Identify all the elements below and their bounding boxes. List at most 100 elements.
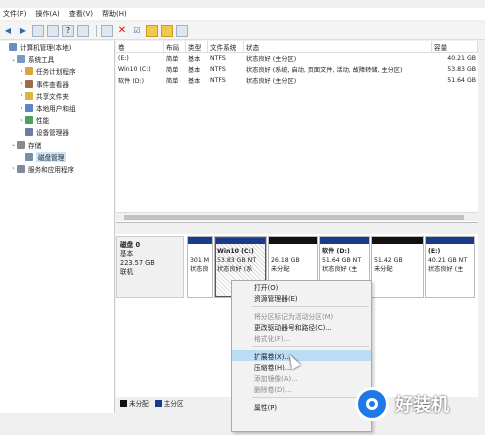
delete-icon[interactable]: ✕ — [116, 25, 128, 37]
partition-type-bar — [188, 237, 212, 244]
partition[interactable]: 51.42 GB 未分配 — [371, 236, 424, 298]
column-header[interactable]: 容量 — [432, 41, 478, 52]
table-row[interactable]: Win10 (C:) 简单 基本 NTFS 状态良好 (系统, 启动, 页面文件, 活动… — [116, 64, 478, 75]
tree-node-icon — [25, 67, 33, 76]
column-header[interactable]: 卷 — [116, 41, 164, 52]
watermark-logo-icon — [355, 387, 389, 421]
tree-item[interactable]: › 服务和应用程序 — [0, 163, 114, 175]
toolbar-separator — [96, 24, 97, 37]
expand-chevron-icon[interactable]: › — [18, 68, 25, 75]
tree-node-icon — [25, 79, 33, 88]
list-view-icon[interactable] — [77, 24, 89, 37]
tree-item[interactable]: › 本地用户和组 — [0, 102, 114, 114]
table-cell: 基本 — [188, 67, 201, 74]
menu-item[interactable]: 查看(V) — [69, 9, 93, 19]
table-cell: 软件 (D:) — [118, 78, 145, 85]
expand-chevron-icon[interactable]: › — [18, 80, 25, 87]
properties-icon[interactable] — [101, 24, 113, 37]
context-menu-item: 删除卷(D)... — [254, 385, 292, 394]
tree-item[interactable]: › 事件查看器 — [0, 78, 114, 90]
partition-info: 301 M 状态良 — [188, 244, 212, 277]
expand-chevron-icon[interactable]: ⌄ — [10, 141, 17, 148]
context-menu-item[interactable]: 扩展卷(X)... — [232, 350, 371, 361]
expand-chevron-icon[interactable]: › — [18, 92, 25, 99]
column-header[interactable]: 类型 — [186, 41, 208, 52]
tree-item[interactable]: ⌄ 存储 — [0, 139, 114, 151]
tree-node-icon — [25, 104, 33, 113]
partition[interactable]: 301 M 状态良 — [187, 236, 213, 298]
expand-chevron-icon[interactable]: › — [10, 165, 17, 172]
watermark: 好装机 — [355, 383, 449, 425]
column-header[interactable]: 状态 — [244, 41, 432, 52]
expand-chevron-icon[interactable]: › — [18, 117, 25, 124]
expand-chevron-icon[interactable]: › — [18, 105, 25, 112]
tree-item[interactable]: 磁盘管理 — [0, 151, 114, 163]
context-menu-item[interactable]: 打开(O) — [232, 281, 371, 292]
help-icon[interactable]: ? — [62, 24, 74, 37]
tree-item[interactable]: 计算机管理(本地) — [0, 41, 114, 53]
folder-icon[interactable] — [32, 24, 44, 37]
column-header[interactable]: 文件系统 — [208, 41, 244, 52]
tree-item-label: 计算机管理(本地) — [20, 44, 72, 53]
tree-item-label: 共享文件夹 — [36, 92, 69, 101]
tree-item[interactable]: › 共享文件夹 — [0, 90, 114, 102]
table-cell: 状态良好 (系统, 启动, 页面文件, 活动, 故障转储, 主分区) — [246, 67, 403, 74]
scrollbar-thumb[interactable] — [124, 215, 464, 220]
disk-status: 联机 — [120, 268, 134, 276]
tree-node-icon — [25, 152, 33, 161]
partition[interactable]: (E:) 40.21 GB NT 状态良好 (主 — [425, 236, 475, 298]
toolbar: ◀ ▶ ? ✕ ☑ — [0, 22, 485, 40]
expand-chevron-icon[interactable]: ⌄ — [10, 56, 17, 63]
table-cell: (E:) — [118, 55, 129, 62]
tree-item-label: 服务和应用程序 — [28, 165, 75, 174]
tree-node-icon — [25, 116, 33, 125]
partition-status: 状态良好 (主 — [428, 266, 464, 273]
partition-info: 26.18 GB 未分配 — [269, 244, 317, 277]
view-icon[interactable] — [176, 24, 188, 37]
legend-primary: 主分区 — [163, 400, 184, 408]
partition-status: 状态良 — [190, 266, 209, 273]
menu-bar: 文件(F) 操作(A) 查看(V) 帮助(H) — [0, 8, 485, 20]
tree-item[interactable]: ⌄ 系统工具 — [0, 53, 114, 65]
list-icon[interactable] — [47, 24, 59, 37]
partition-size: 26.18 GB — [271, 257, 300, 264]
tree-item[interactable]: 设备管理器 — [0, 126, 114, 138]
tree-item[interactable]: › 任务计划程序 — [0, 65, 114, 77]
tree-item-label: 存储 — [28, 141, 42, 150]
partition-type-bar — [372, 237, 423, 244]
tree-item-label: 本地用户和组 — [36, 105, 76, 114]
table-cell: NTFS — [210, 55, 226, 62]
column-header[interactable]: 布局 — [164, 41, 186, 52]
table-cell: NTFS — [210, 66, 226, 73]
primary-swatch — [154, 399, 162, 407]
check-icon[interactable]: ☑ — [131, 25, 143, 37]
partition-type-bar — [215, 237, 266, 244]
tree-item[interactable]: › 性能 — [0, 114, 114, 126]
navigation-tree: 计算机管理(本地) ⌄ 系统工具 › 任务计划程序 › 事件查看器 › 共享文件夹 › 本地用户和组… — [0, 41, 115, 413]
back-arrow-icon[interactable]: ◀ — [2, 25, 14, 37]
context-menu-item[interactable]: 压缩卷(H)... — [232, 361, 371, 372]
menu-item[interactable]: 文件(F) — [3, 9, 27, 19]
table-cell: 基本 — [188, 56, 201, 63]
partition-info: 51.42 GB 未分配 — [372, 244, 423, 277]
menu-item[interactable]: 操作(A) — [36, 9, 60, 19]
partition-info: 软件 (D:) 51.64 GB NT 状态良好 (主 — [320, 244, 369, 277]
table-cell: 53.83 GB — [447, 66, 476, 73]
new-icon[interactable] — [146, 24, 158, 37]
tree-item-label: 系统工具 — [28, 56, 55, 65]
forward-arrow-icon[interactable]: ▶ — [17, 25, 29, 37]
context-menu-item: 添加镜像(A)... — [254, 374, 298, 383]
partition-title: Win10 (C:) — [217, 248, 254, 255]
open-icon[interactable] — [161, 24, 173, 37]
context-menu-item[interactable]: 属性(P) — [232, 401, 371, 412]
table-row[interactable]: 软件 (D:) 简单 基本 NTFS 状态良好 (主分区) 51.64 GB — [116, 75, 478, 86]
disk-0-label[interactable]: 磁盘 0 基本 223.57 GB 联机 — [116, 236, 184, 298]
tree-item-label: 事件查看器 — [36, 80, 69, 89]
table-row[interactable]: (E:) 简单 基本 NTFS 状态良好 (主分区) 40.21 GB — [116, 53, 478, 64]
context-menu-item[interactable]: 资源管理器(E) — [232, 292, 371, 303]
menu-separator — [252, 346, 369, 347]
partition-info: (E:) 40.21 GB NT 状态良好 (主 — [426, 244, 474, 277]
menu-item[interactable]: 帮助(H) — [102, 9, 127, 19]
horizontal-scrollbar[interactable] — [116, 212, 478, 221]
context-menu-item[interactable]: 更改驱动器号和路径(C)... — [232, 321, 371, 332]
